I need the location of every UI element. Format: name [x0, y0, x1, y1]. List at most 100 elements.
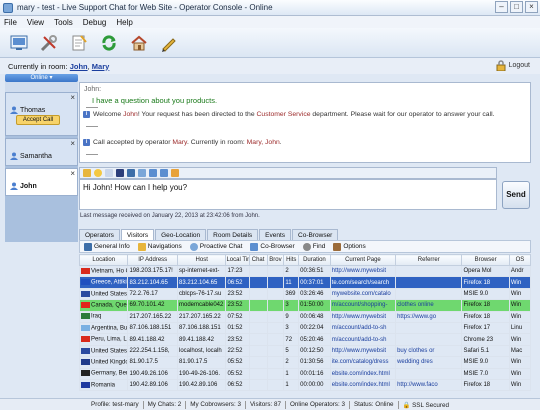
minimize-button[interactable]: –: [495, 1, 508, 13]
column-header[interactable]: Current Page: [329, 254, 397, 266]
font-icon[interactable]: [83, 169, 91, 177]
close-button[interactable]: ×: [525, 1, 538, 13]
table-cell: MSIE 7.0: [461, 367, 510, 380]
menu-view[interactable]: View: [27, 18, 44, 27]
column-header[interactable]: Chat: [248, 254, 268, 266]
maximize-button[interactable]: □: [510, 1, 523, 13]
redo-icon[interactable]: [160, 169, 168, 177]
table-cell: 217.207.165.22: [176, 310, 227, 323]
canned-messages-icon[interactable]: [171, 169, 179, 177]
column-header[interactable]: Referrer: [395, 254, 463, 266]
user-card-john[interactable]: × John: [5, 168, 78, 196]
tab-room-details[interactable]: Room Details: [207, 229, 259, 240]
column-header[interactable]: Host: [176, 254, 227, 266]
general-info-button[interactable]: General Info: [84, 242, 130, 251]
table-cell: 00:37:01: [298, 276, 331, 289]
table-cell: 81.90.17.5: [176, 356, 227, 369]
bold-icon[interactable]: [116, 169, 124, 177]
table-row[interactable]: Romania 190.42.89.106 190.42.89.106 06:52 1 0…: [78, 378, 532, 392]
column-header[interactable]: Browser: [461, 254, 510, 266]
app-icon: [3, 2, 13, 13]
table-row[interactable]: Vietnam, Ho Cl 198.203.175.17! sp-internet…: [78, 264, 532, 278]
table-cell: [266, 344, 285, 358]
notes-icon[interactable]: [68, 32, 90, 54]
paste-icon[interactable]: [127, 169, 135, 177]
status-chats: My Chats: 2: [147, 401, 182, 408]
menu-debug[interactable]: Debug: [83, 18, 107, 27]
find-button[interactable]: Find: [302, 242, 325, 251]
table-row[interactable]: Germany, Berli 190.49.26.106 190-49-26-106…: [78, 367, 532, 380]
table-row[interactable]: Peru, Lima, Lir 89.41.188.42 89.41.188.42 2…: [78, 333, 532, 346]
table-cell: Win: [508, 310, 532, 323]
copy-icon[interactable]: [138, 169, 146, 177]
flag-icon: [81, 290, 90, 297]
table-cell: [266, 299, 285, 312]
divider: [86, 154, 98, 155]
chat-bubble-icon: [189, 242, 198, 251]
table-row[interactable]: Iraq 217.207.165.22 217.207.165.22 07:52 9 00…: [78, 310, 532, 323]
table-cell: 11: [283, 276, 300, 289]
user-card-thomas[interactable]: × Thomas Accept Call: [5, 92, 78, 136]
user-card-samantha[interactable]: × Samantha: [5, 138, 78, 166]
table-cell: Canada, Queb: [78, 299, 129, 312]
room-member-mary[interactable]: Mary: [92, 62, 110, 71]
menu-help[interactable]: Help: [116, 18, 132, 27]
tab-geo-location[interactable]: Geo-Location: [155, 229, 207, 240]
table-row[interactable]: Canada, Queb 69.70.101.42 modemcable042 23:…: [78, 299, 532, 312]
options-button[interactable]: Options: [333, 242, 366, 251]
format-icon[interactable]: [105, 169, 113, 177]
pen-icon[interactable]: [158, 32, 180, 54]
tab-events[interactable]: Events: [259, 229, 292, 240]
menu-bar: File View Tools Debug Help: [0, 16, 540, 28]
tab-co-browser[interactable]: Co-Browser: [292, 229, 339, 240]
table-cell: Firefox 18: [461, 378, 510, 392]
close-icon[interactable]: ×: [70, 169, 75, 178]
column-header[interactable]: OS: [508, 254, 532, 266]
tab-operators[interactable]: Operators: [79, 229, 120, 240]
message-input[interactable]: Hi John! How can I help you?: [79, 179, 497, 210]
column-header[interactable]: Local Tin: [225, 254, 250, 266]
table-row[interactable]: United States, 72.2.76.17 cblcps-76-17.su 2…: [78, 287, 532, 301]
table-cell: 9: [283, 310, 300, 323]
column-header[interactable]: Location: [78, 254, 129, 266]
tools-icon[interactable]: [38, 32, 60, 54]
menu-tools[interactable]: Tools: [54, 18, 73, 27]
proactive-chat-button[interactable]: Proactive Chat: [189, 242, 242, 251]
table-row[interactable]: United States, 222.254.1.158, localhost, l…: [78, 344, 532, 358]
user-icon: [10, 106, 18, 114]
table-cell: cblcps-76-17.su: [176, 287, 227, 301]
send-button[interactable]: Send: [502, 181, 530, 209]
table-cell: Germany, Berli: [78, 367, 129, 380]
undo-icon[interactable]: [149, 169, 157, 177]
table-row[interactable]: United Kingdor 81.90.17.5 81.90.17.5 05:52 2…: [78, 356, 532, 369]
refresh-icon[interactable]: [98, 32, 120, 54]
room-member-john[interactable]: John: [70, 62, 88, 71]
flag-icon: [81, 324, 90, 331]
table-cell: 05:52: [225, 356, 250, 369]
home-icon[interactable]: [128, 32, 150, 54]
table-cell: 369: [283, 287, 300, 301]
column-header[interactable]: IP Address: [127, 254, 178, 266]
table-cell: [395, 276, 463, 289]
table-cell: 87.106.188.151: [176, 321, 227, 335]
column-header[interactable]: Brov: [266, 254, 285, 266]
co-browser-button[interactable]: Co-Browser: [250, 242, 295, 251]
table-row[interactable]: Greece, Attiki, 83.212.104.65 83.212.104.6…: [78, 276, 532, 289]
column-header[interactable]: Duration: [298, 254, 331, 266]
console-icon[interactable]: [8, 32, 30, 54]
table-cell: Iraq: [78, 310, 129, 323]
navigations-button[interactable]: Navigations: [137, 242, 182, 251]
divider: [86, 107, 98, 108]
smiley-icon[interactable]: [94, 169, 102, 177]
table-cell: 01:30:56: [298, 356, 331, 369]
column-header[interactable]: Hits: [283, 254, 300, 266]
accept-call-button[interactable]: Accept Call: [16, 115, 60, 125]
close-icon[interactable]: ×: [70, 139, 75, 148]
close-icon[interactable]: ×: [70, 93, 75, 102]
menu-file[interactable]: File: [4, 18, 17, 27]
tab-visitors[interactable]: Visitors: [120, 229, 155, 240]
table-cell: Firefox 18: [461, 276, 510, 289]
logout-button[interactable]: Logout: [496, 60, 530, 71]
table-row[interactable]: Argentina, Bue 87.106.188.151 87.106.188.1…: [78, 321, 532, 335]
info-icon: [84, 242, 92, 251]
